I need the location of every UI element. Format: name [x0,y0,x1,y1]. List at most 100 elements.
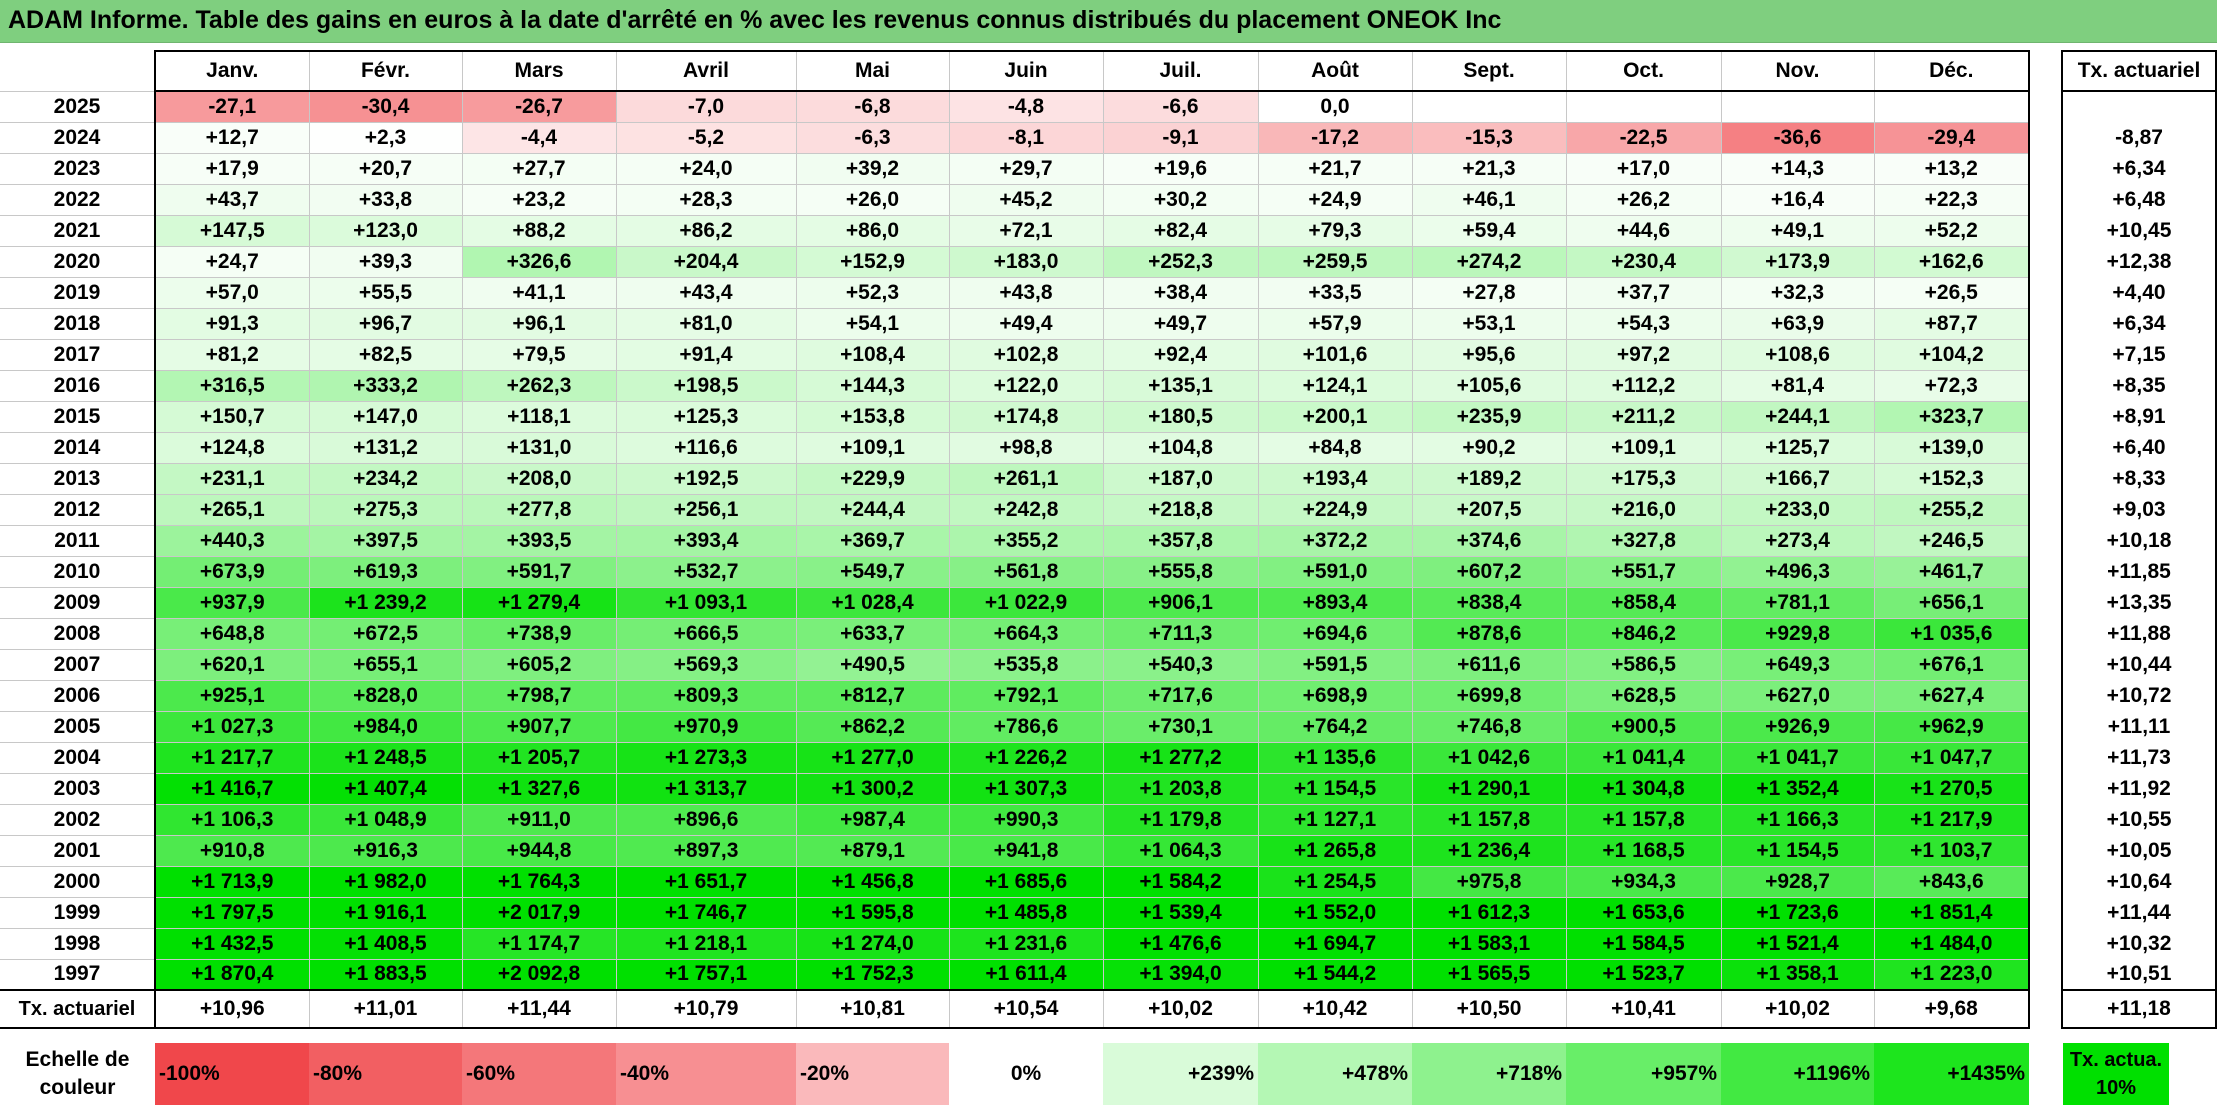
table-body: 2025 -27,1 -30,4 -26,7 -7,0 -6,8 -4,8 -6,6 0,0 20… [0,90,2030,991]
gain-cell: +1 179,8 [1102,803,1259,836]
gain-cell: +57,9 [1257,307,1413,340]
gain-cell: +173,9 [1720,245,1875,278]
gain-cell: +907,7 [461,710,617,743]
gain-cell: +24,7 [154,245,310,278]
gain-cell: +24,0 [615,152,797,185]
table-row: 2005 +1 027,3 +984,0 +907,7 +970,9 +862,2 +786… [0,710,2030,743]
tx-total: +11,18 [2061,989,2217,1029]
gain-cell: +746,8 [1411,710,1567,743]
gain-cell: 0,0 [1257,90,1413,123]
footer-cell: +10,50 [1411,989,1567,1029]
gain-cell: +49,7 [1102,307,1259,340]
gain-cell: +13,2 [1873,152,2030,185]
tx-actuariel-table: Tx. actuariel -8,87 +6,34 +6,48 +10,45 +12,3… [2061,50,2217,1029]
gain-cell: +91,3 [154,307,310,340]
legend-swatch: -20% [796,1043,949,1105]
gain-cell: +809,3 [615,679,797,712]
gain-cell: +54,3 [1565,307,1722,340]
gain-cell: +91,4 [615,338,797,371]
gain-cell: +57,0 [154,276,310,309]
gain-cell: +81,0 [615,307,797,340]
gain-cell: +764,2 [1257,710,1413,743]
gain-cell: +906,1 [1102,586,1259,619]
table-row: 2012 +265,1 +275,3 +277,8 +256,1 +244,4 +242,8… [0,493,2030,526]
gain-cell: +20,7 [308,152,463,185]
gain-cell: +649,3 [1720,648,1875,681]
year-cell: 2011 [0,524,156,557]
gain-cell [1411,90,1567,123]
gain-cell: +323,7 [1873,400,2030,433]
gain-cell: +1 154,5 [1720,834,1875,867]
gain-cell: +862,2 [795,710,950,743]
tx-cell: +10,44 [2061,649,2217,680]
tx-cell: +6,48 [2061,184,2217,215]
year-cell: 2014 [0,431,156,464]
gain-cell: +676,1 [1873,648,2030,681]
gain-cell: +698,9 [1257,679,1413,712]
gain-cell: +355,2 [948,524,1104,557]
gain-cell: +1 982,0 [308,865,463,898]
gain-cell: +1 290,1 [1411,772,1567,805]
table-row: 2007 +620,1 +655,1 +605,2 +569,3 +490,5 +535,8… [0,648,2030,681]
gain-cell: +86,2 [615,214,797,247]
gain-cell: +79,3 [1257,214,1413,247]
legend-swatch: +478% [1258,1043,1412,1105]
gain-cell: +586,5 [1565,648,1722,681]
gain-cell: +192,5 [615,462,797,495]
gain-cell: +628,5 [1565,679,1722,712]
gain-cell: +101,6 [1257,338,1413,371]
gain-cell: +878,6 [1411,617,1567,650]
year-cell: 2001 [0,834,156,867]
gain-cell: +39,2 [795,152,950,185]
gain-cell: +95,6 [1411,338,1567,371]
table-row: 2009 +937,9 +1 239,2 +1 279,4 +1 093,1 +1 028… [0,586,2030,619]
legend-tx-actua: Tx. actua. 10% [2063,1043,2169,1105]
gain-cell: +1 584,5 [1565,927,1722,960]
gain-cell: +984,0 [308,710,463,743]
gain-cell: +1 203,8 [1102,772,1259,805]
gain-cell: +1 277,0 [795,741,950,774]
gain-cell: +109,1 [795,431,950,464]
month-header: Mai [795,50,950,92]
month-header: Janv. [154,50,310,92]
gain-cell: +937,9 [154,586,310,619]
gain-cell: +1 093,1 [615,586,797,619]
gain-cell: +252,3 [1102,245,1259,278]
gain-cell: +63,9 [1720,307,1875,340]
gain-cell: -6,6 [1102,90,1259,123]
table-row: 2015 +150,7 +147,0 +118,1 +125,3 +153,8 +174,8… [0,400,2030,433]
gain-cell: +274,2 [1411,245,1567,278]
gain-cell: +275,3 [308,493,463,526]
gain-cell: +54,1 [795,307,950,340]
tx-cell: +11,44 [2061,897,2217,928]
table-row: 2024 +12,7 +2,3 -4,4 -5,2 -6,3 -8,1 -9,1 -17,2 -1… [0,121,2030,154]
gain-cell: +45,2 [948,183,1104,216]
tx-cell: +11,73 [2061,742,2217,773]
gain-cell: -36,6 [1720,121,1875,154]
gain-cell: +166,7 [1720,462,1875,495]
gain-cell: +672,5 [308,617,463,650]
month-header: Sept. [1411,50,1567,92]
gain-cell: -30,4 [308,90,463,123]
gain-cell: +1 313,7 [615,772,797,805]
gain-cell: +96,1 [461,307,617,340]
gain-cell: +970,9 [615,710,797,743]
gain-cell: +1 565,5 [1411,958,1567,991]
footer-cell: +10,02 [1720,989,1875,1029]
gain-cell: +1 583,1 [1411,927,1567,960]
gain-cell: +224,9 [1257,493,1413,526]
month-header: Déc. [1873,50,2030,92]
gain-cell: +461,7 [1873,555,2030,588]
gain-cell: +828,0 [308,679,463,712]
year-cell: 2018 [0,307,156,340]
gain-cell: -4,8 [948,90,1104,123]
gain-cell: +1 239,2 [308,586,463,619]
gain-cell: +879,1 [795,834,950,867]
tx-cell: +6,34 [2061,153,2217,184]
gain-cell: -29,4 [1873,121,2030,154]
gain-cell: +131,2 [308,431,463,464]
gain-cell: +175,3 [1565,462,1722,495]
gain-cell: +535,8 [948,648,1104,681]
gain-cell: +987,4 [795,803,950,836]
tx-header: Tx. actuariel [2061,50,2217,92]
